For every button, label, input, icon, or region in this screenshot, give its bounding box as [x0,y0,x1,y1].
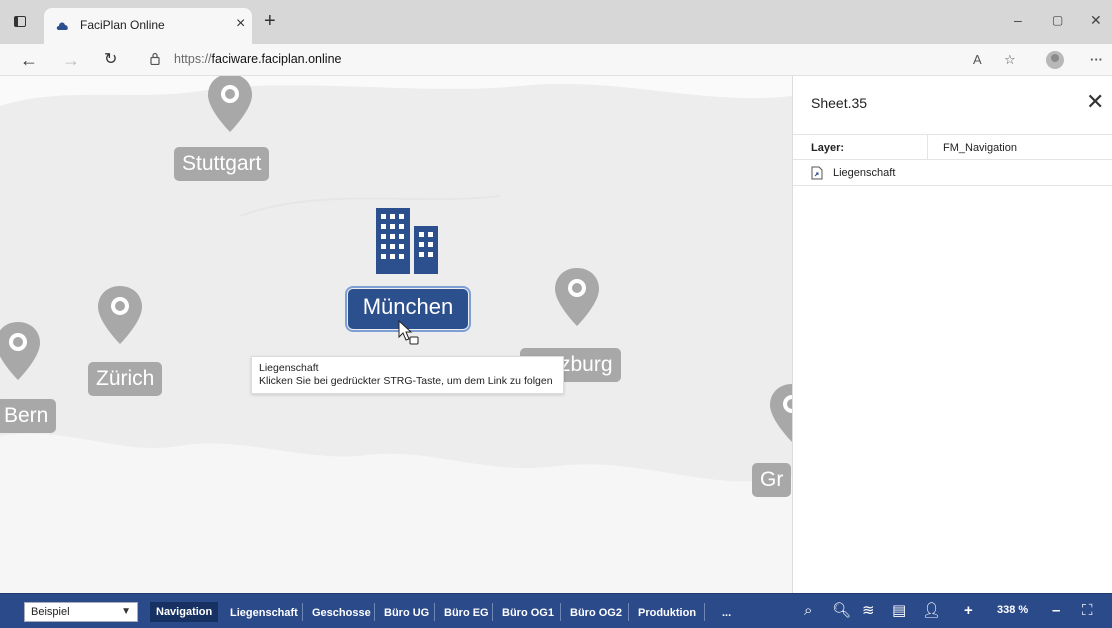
tab-buero-og1[interactable]: Büro OG1 [502,603,554,623]
view-select[interactable]: Beispiel ▼ [24,602,138,622]
new-tab-icon[interactable]: + [264,10,276,32]
zoom-level: 338 % [997,604,1029,616]
hyperlink-label: Liegenschaft [833,167,896,179]
chevron-down-icon: ▼ [121,606,131,617]
properties-panel: Sheet.35 ✕ Layer: FM_Navigation Liegensc… [792,76,1112,593]
tooltip-title: Liegenschaft [259,362,319,374]
favorites-icon[interactable]: ☆ [1004,52,1016,68]
minimize-icon[interactable]: – [1014,12,1022,28]
tab-buero-og2[interactable]: Büro OG2 [570,603,622,623]
tab-buero-ug[interactable]: Büro UG [384,603,429,623]
zoom-out-icon[interactable]: – [1052,601,1060,621]
layer-value: FM_Navigation [943,142,1017,154]
tab-separator [302,603,303,621]
zoom-in-icon[interactable]: + [964,601,973,621]
panel-title: Sheet.35 [811,95,868,111]
cloud-favicon-icon [56,22,68,30]
maximize-icon[interactable]: ▢ [1052,12,1063,28]
browser-tab[interactable]: FaciPlan Online × [44,8,252,44]
tab-liegenschaft[interactable]: Liegenschaft [230,603,298,623]
tab-produktion[interactable]: Produktion [638,603,696,623]
hyperlink-row[interactable]: Liegenschaft [793,160,1112,186]
map-pin-icon [770,384,792,442]
back-icon[interactable]: ← [20,50,38,70]
city-label[interactable]: Zürich [88,362,163,396]
tab-navigation[interactable]: Navigation [150,602,219,622]
bottom-toolbar: Beispiel ▼ Navigation Liegenschaft Gesch… [0,593,1112,628]
map-pin-icon [98,286,142,344]
city-label[interactable]: Bern [0,399,57,433]
fit-screen-icon[interactable]: ⛶ [1082,601,1093,621]
window-close-icon[interactable]: ✕ [1090,12,1102,28]
tooltip-hint: Klicken Sie bei gedrückter STRG-Taste, u… [259,375,553,387]
search-area-icon[interactable]: ⌕ [804,601,812,621]
map-pin-icon [0,322,40,380]
tab-separator [628,603,629,621]
tab-geschosse[interactable]: Geschosse [312,603,371,623]
forward-icon[interactable]: → [62,50,80,70]
read-aloud-icon[interactable]: A [973,52,982,67]
layers-icon[interactable]: ≋ [862,601,875,621]
layer-label: Layer: [811,142,845,154]
more-menu-icon[interactable]: ··· [1090,52,1103,67]
profile-avatar[interactable] [1046,51,1064,69]
tab-separator [560,603,561,621]
reload-icon[interactable]: ↻ [104,50,117,70]
tab-separator [492,603,493,621]
browser-titlebar: FaciPlan Online × + – ▢ ✕ [0,0,1112,44]
tab-actions-icon[interactable] [14,16,26,27]
document-link-icon [811,166,823,180]
link-tooltip: Liegenschaft Klicken Sie bei gedrückter … [251,356,564,394]
view-select-value: Beispiel [31,606,70,618]
link-cursor-icon [398,320,419,345]
tab-close-icon[interactable]: × [236,15,245,33]
map-pin-icon [208,76,252,132]
tab-more[interactable]: ... [722,603,731,623]
tab-title: FaciPlan Online [80,18,165,32]
address-bar: ← → ↻ https://faciware.faciplan.online A… [0,44,1112,76]
panel-close-icon[interactable]: ✕ [1086,90,1104,114]
print-icon[interactable]: ▤ [892,601,906,621]
url-host: faciware.faciplan.online [211,52,342,66]
url-scheme: https:// [174,52,212,66]
search-icon[interactable]: 🔍︎ [832,601,851,621]
tab-buero-eg[interactable]: Büro EG [444,603,489,623]
map-canvas[interactable]: Stuttgart Zürich Bern zburg Gr [0,76,792,593]
map-pin-icon [555,268,599,326]
url-field[interactable]: https://faciware.faciplan.online [174,52,341,66]
lock-icon [150,52,160,65]
buildings-icon [376,208,438,274]
city-label[interactable]: Stuttgart [174,147,270,181]
tab-separator [434,603,435,621]
tab-separator [374,603,375,621]
city-label[interactable]: Gr [752,463,792,497]
layer-divider [927,135,928,159]
tab-separator [704,603,705,621]
user-icon[interactable]: 👤︎ [922,601,941,621]
layer-row: Layer: FM_Navigation [793,134,1112,160]
